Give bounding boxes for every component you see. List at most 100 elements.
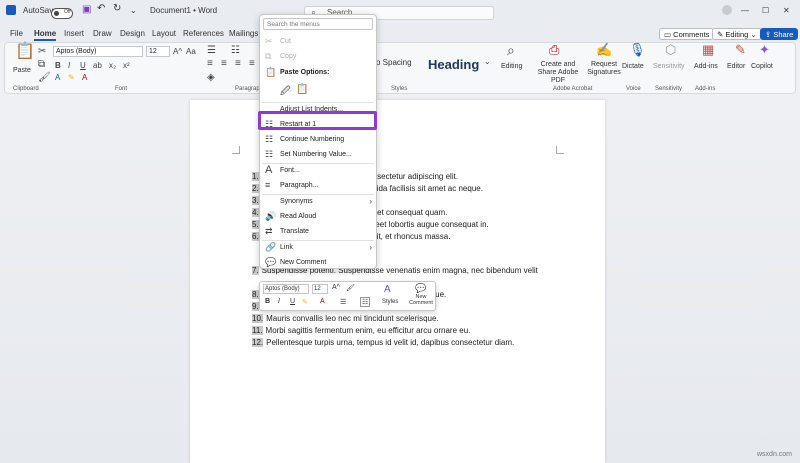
- menu-paragraph[interactable]: ≡ Paragraph...: [260, 179, 376, 193]
- styles-more-icon[interactable]: ⌄: [484, 57, 491, 67]
- tab-insert[interactable]: Insert: [64, 29, 84, 38]
- request-signatures-icon[interactable]: ✍: [596, 43, 612, 56]
- addins-label[interactable]: Add-ins: [694, 63, 718, 71]
- mini-comment-icon[interactable]: 💬: [415, 283, 426, 294]
- menu-search-input[interactable]: Search the menus: [263, 18, 373, 30]
- tab-draw[interactable]: Draw: [93, 29, 112, 38]
- style-no-spacing[interactable]: o Spacing: [376, 59, 412, 67]
- request-signatures-label[interactable]: Request Signatures: [583, 61, 625, 77]
- paste-text-only-icon[interactable]: 📋: [296, 84, 308, 95]
- adobe-pdf-icon[interactable]: ⎙: [549, 43, 559, 56]
- superscript-icon[interactable]: x²: [123, 61, 130, 71]
- menu-continue-label: Continue Numbering: [280, 136, 345, 143]
- cut-icon[interactable]: ✂: [38, 47, 46, 57]
- mini-grow-font-icon[interactable]: A^: [332, 284, 340, 291]
- addins-icon[interactable]: ▦: [702, 43, 714, 56]
- format-painter-icon[interactable]: 🖌: [38, 73, 51, 83]
- mini-size-box[interactable]: 12: [312, 284, 328, 294]
- underline-icon[interactable]: U: [80, 61, 86, 71]
- style-heading[interactable]: Heading: [428, 57, 479, 72]
- paste-options-row: 🖉 📋: [260, 82, 376, 100]
- mini-highlight-icon[interactable]: ✎: [302, 298, 308, 306]
- create-share-pdf-label[interactable]: Create and Share Adobe PDF: [533, 61, 583, 85]
- numbering-icon[interactable]: ☷: [231, 46, 240, 56]
- mini-styles-icon[interactable]: A: [384, 284, 391, 295]
- bullets-icon[interactable]: ☰: [207, 46, 216, 56]
- menu-cut[interactable]: ✂ Cut: [260, 35, 376, 49]
- tab-layout[interactable]: Layout: [152, 29, 176, 38]
- menu-link[interactable]: 🔗 Link ›: [260, 241, 376, 255]
- menu-link-label: Link: [280, 244, 293, 251]
- copilot-icon[interactable]: ✦: [759, 43, 770, 56]
- mini-format-painter-icon[interactable]: 🖌: [346, 284, 355, 292]
- tab-design[interactable]: Design: [120, 29, 145, 38]
- align-left-icon[interactable]: ≡: [207, 59, 213, 69]
- share-button[interactable]: ⇪ Share: [760, 28, 799, 40]
- editor-icon[interactable]: ✎: [735, 43, 746, 56]
- ribbon: 📋 Paste ✂ ⧉ 🖌 Clipboard Aptos (Body) 12 …: [4, 42, 796, 94]
- menu-read-aloud[interactable]: 🔊 Read Aloud: [260, 210, 376, 224]
- continue-numbering-icon: ☷: [265, 134, 274, 144]
- tab-file[interactable]: File: [10, 29, 23, 38]
- justify-icon[interactable]: ≡: [249, 59, 255, 69]
- menu-font[interactable]: A Font...: [260, 164, 376, 178]
- tab-mailings[interactable]: Mailings: [229, 29, 258, 38]
- change-case-icon[interactable]: Aa: [186, 47, 196, 57]
- dictate-label[interactable]: Dictate: [622, 63, 644, 71]
- paste-keep-formatting-icon[interactable]: 🖉: [280, 84, 291, 101]
- mini-bold-icon[interactable]: B: [265, 298, 270, 305]
- redo-icon[interactable]: ↻: [113, 3, 121, 14]
- find-icon[interactable]: ⌕: [507, 43, 515, 57]
- qat-more-icon[interactable]: ⌄: [130, 6, 137, 15]
- editing-mode-button[interactable]: ✎ Editing ⌄: [712, 28, 762, 40]
- italic-icon[interactable]: I: [68, 61, 70, 71]
- paste-icon[interactable]: 📋: [15, 44, 35, 60]
- mini-italic-icon[interactable]: I: [278, 298, 280, 305]
- list-item[interactable]: 10. Mauris convallis leo nec mi tincidunt…: [252, 314, 439, 323]
- avatar[interactable]: [722, 5, 732, 15]
- editor-label[interactable]: Editor: [727, 63, 745, 71]
- mini-new-comment-label[interactable]: New Comment: [408, 294, 434, 306]
- copilot-label[interactable]: Copilot: [751, 63, 773, 71]
- menu-new-comment[interactable]: 💬 New Comment: [260, 256, 376, 270]
- submenu-arrow-icon: ›: [369, 197, 372, 206]
- strikethrough-icon[interactable]: ab: [93, 61, 102, 71]
- close-icon[interactable]: ✕: [783, 6, 790, 15]
- mini-font-box[interactable]: Aptos (Body): [263, 284, 309, 294]
- text-effects-icon[interactable]: A: [55, 73, 60, 83]
- tab-references[interactable]: References: [183, 29, 224, 38]
- menu-continue-numbering[interactable]: ☷ Continue Numbering: [260, 133, 376, 147]
- menu-synonyms[interactable]: Synonyms ›: [260, 195, 376, 209]
- subscript-icon[interactable]: x₂: [109, 61, 116, 71]
- shading-icon[interactable]: ◈: [207, 73, 215, 83]
- menu-translate[interactable]: ⇄ Translate: [260, 225, 376, 239]
- undo-icon[interactable]: ↶: [97, 3, 105, 14]
- tab-home[interactable]: Home: [34, 29, 57, 41]
- list-item[interactable]: 11. Morbi sagittis fermentum enim, eu eff…: [252, 326, 470, 335]
- font-color-icon[interactable]: A: [82, 73, 87, 83]
- menu-set-numbering-value[interactable]: ☷ Set Numbering Value...: [260, 148, 376, 162]
- list-item[interactable]: 12. Pellentesque turpis urna, tempus id v…: [252, 338, 514, 347]
- menu-copy[interactable]: ⧉ Copy: [260, 50, 376, 64]
- save-icon[interactable]: ▣: [82, 4, 91, 15]
- sensitivity-label[interactable]: Sensitivity: [653, 63, 685, 71]
- mini-styles-label[interactable]: Styles: [382, 299, 398, 305]
- align-right-icon[interactable]: ≡: [235, 59, 241, 69]
- minimize-icon[interactable]: —: [741, 6, 749, 15]
- font-size-box[interactable]: 12: [146, 46, 170, 57]
- font-name-box[interactable]: Aptos (Body): [53, 46, 143, 57]
- editing-label[interactable]: Editing: [501, 63, 522, 71]
- mini-bullets-icon[interactable]: ☰: [340, 298, 346, 306]
- microphone-icon[interactable]: 🎙: [629, 43, 646, 56]
- highlight-icon[interactable]: ✎: [68, 73, 75, 83]
- grow-font-icon[interactable]: A^: [173, 47, 182, 57]
- mini-numbering-icon[interactable]: ☷: [360, 297, 371, 307]
- align-center-icon[interactable]: ≡: [221, 59, 227, 69]
- copy-icon[interactable]: ⧉: [38, 60, 45, 70]
- bold-icon[interactable]: B: [55, 61, 61, 71]
- sensitivity-icon[interactable]: ⬡: [665, 43, 676, 56]
- maximize-icon[interactable]: ☐: [762, 6, 769, 15]
- mini-font-color-icon[interactable]: A: [320, 298, 325, 305]
- comments-button[interactable]: ▭ Comments: [659, 28, 715, 40]
- mini-underline-icon[interactable]: U: [290, 298, 295, 305]
